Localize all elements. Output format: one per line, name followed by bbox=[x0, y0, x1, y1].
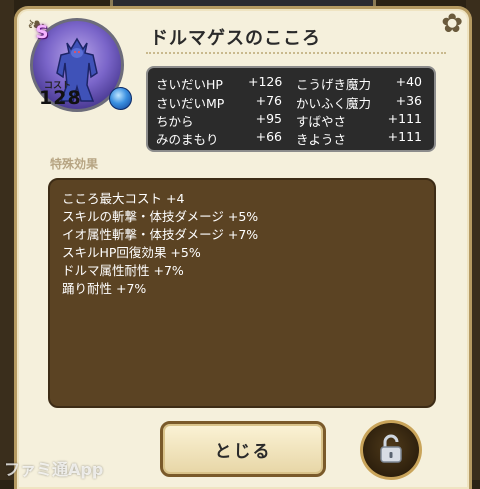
lock-toggle-button[interactable] bbox=[360, 420, 422, 480]
stat-row: さいだいHP +126 こうげき魔力 +40 bbox=[148, 74, 434, 92]
special-effects-box: こころ最大コスト +4 スキルの斬撃・体技ダメージ +5% イオ属性斬撃・体技ダ… bbox=[48, 178, 436, 408]
watermark-logo: ファミ通App bbox=[4, 460, 104, 479]
stat-value: +95 bbox=[255, 111, 282, 126]
title-divider bbox=[146, 52, 446, 54]
cost-value: 128 bbox=[39, 87, 82, 109]
blue-orb-icon bbox=[109, 87, 132, 110]
effect-item: 踊り耐性 +7% bbox=[62, 281, 147, 296]
stat-label: こうげき魔力 bbox=[296, 77, 372, 92]
stat-label: きようさ bbox=[296, 132, 347, 147]
close-button[interactable]: とじる bbox=[160, 421, 326, 477]
effect-item: イオ属性斬撃・体技ダメージ +7% bbox=[62, 227, 259, 242]
effect-item: スキルの斬撃・体技ダメージ +5% bbox=[62, 209, 259, 224]
unlocked-padlock-icon bbox=[380, 434, 402, 463]
effect-item: ドルマ属性耐性 +7% bbox=[62, 263, 184, 278]
stat-label: さいだいMP bbox=[156, 96, 225, 111]
stat-row: みのまもり +66 きようさ +111 bbox=[148, 129, 434, 147]
stat-value: +66 bbox=[255, 129, 282, 144]
stat-value: +40 bbox=[395, 74, 422, 89]
special-effects-heading: 特殊効果 bbox=[50, 157, 99, 171]
stat-value: +36 bbox=[395, 93, 422, 108]
effect-item: スキルHP回復効果 +5% bbox=[62, 245, 201, 260]
corner-ornament-right-icon: ✿ bbox=[441, 9, 463, 39]
rank-badge: S bbox=[35, 22, 49, 43]
stat-value: +76 bbox=[255, 93, 282, 108]
stat-label: すばやさ bbox=[296, 114, 347, 129]
stat-row: ちから +95 すばやさ +111 bbox=[148, 111, 434, 129]
stat-label: みのまもり bbox=[156, 132, 219, 147]
stat-value: +126 bbox=[248, 74, 283, 89]
stat-value: +111 bbox=[387, 129, 422, 144]
stat-label: かいふく魔力 bbox=[296, 96, 372, 111]
stat-label: さいだいHP bbox=[156, 77, 223, 92]
stat-row: さいだいMP +76 かいふく魔力 +36 bbox=[148, 93, 434, 111]
stat-label: ちから bbox=[156, 114, 194, 129]
effect-item: こころ最大コスト +4 bbox=[62, 191, 185, 206]
stats-panel: さいだいHP +126 こうげき魔力 +40 さいだいMP +76 かいふく魔力… bbox=[146, 66, 436, 152]
kokoro-title: ドルマゲスのこころ bbox=[150, 28, 321, 49]
backdrop-left bbox=[0, 0, 14, 480]
stat-value: +111 bbox=[387, 111, 422, 126]
